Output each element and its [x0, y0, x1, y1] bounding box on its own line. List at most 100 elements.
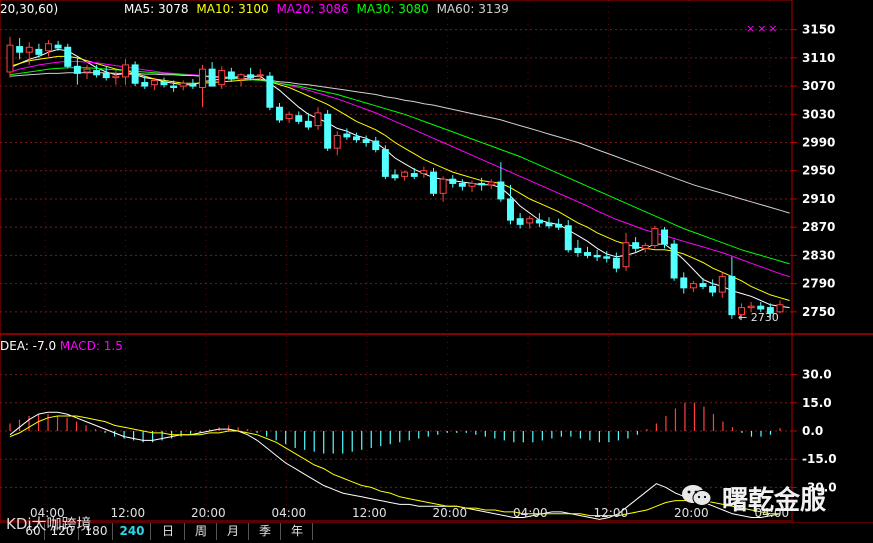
- time-tick-label: 04:00: [513, 506, 548, 520]
- candle-body: [709, 285, 717, 293]
- candle-body: [410, 173, 418, 177]
- candle-body: [54, 44, 62, 49]
- candle-body: [468, 182, 476, 187]
- candle-body: [632, 242, 640, 249]
- candle-body: [622, 242, 630, 268]
- candle-body: [170, 85, 178, 88]
- candle-body: [555, 223, 563, 228]
- macd-header: DEA: -7.0 MACD: 1.5: [0, 339, 123, 353]
- candle-body: [131, 64, 139, 84]
- ma-line-ma30: [9, 67, 790, 265]
- candle-body: [535, 219, 543, 224]
- candle-body: [564, 225, 572, 251]
- candle-body: [276, 106, 283, 121]
- candle-body: [122, 64, 129, 78]
- price-tick-label: 2790: [802, 277, 835, 291]
- macd-tick-label: 30.0: [802, 368, 832, 382]
- ma10-label: MA10: 3100: [196, 2, 269, 16]
- price-tick-label: 3070: [802, 79, 835, 93]
- candle-body: [150, 79, 158, 86]
- candle-body: [64, 46, 72, 67]
- time-tick-label: 12:00: [594, 506, 629, 520]
- candle-body: [430, 171, 437, 194]
- candle-body: [35, 48, 43, 55]
- candle-body: [208, 68, 216, 87]
- candle-body: [333, 134, 341, 149]
- candle-body: [343, 133, 351, 138]
- candle-body: [661, 229, 668, 245]
- candle-body: [757, 305, 765, 310]
- time-tick-label: 20:00: [433, 506, 468, 520]
- price-tick-label: 3110: [802, 51, 835, 65]
- candle-body: [612, 257, 620, 269]
- candle-body: [449, 178, 457, 184]
- macd-label: MACD: 1.5: [59, 339, 123, 353]
- candle-body: [199, 68, 206, 88]
- period-tab-5[interactable]: 日: [152, 523, 185, 540]
- marker-x: ×××: [746, 22, 780, 35]
- candle-body: [189, 84, 197, 87]
- candle-body: [93, 70, 101, 76]
- candle-body: [747, 305, 755, 309]
- ma-params: 20,30,60): [0, 2, 59, 16]
- candle-body: [507, 198, 514, 221]
- candle-body: [458, 182, 466, 187]
- period-tab-4[interactable]: 240: [114, 523, 151, 540]
- period-tab-8[interactable]: 季: [250, 523, 281, 540]
- time-tick-label: 20:00: [191, 506, 226, 520]
- ma60-label: MA60: 3139: [436, 2, 509, 16]
- period-tab-9[interactable]: 年: [282, 523, 313, 540]
- candle-body: [160, 81, 168, 86]
- candle-body: [516, 218, 524, 225]
- candle-body: [381, 149, 389, 177]
- candle-body: [256, 74, 264, 77]
- price-tick-label: 2870: [802, 220, 835, 234]
- candle-body: [266, 75, 274, 108]
- macd-tick-label: 15.0: [802, 396, 832, 410]
- candle-body: [497, 181, 505, 200]
- price-tick-label: 3150: [802, 23, 835, 37]
- candle-body: [179, 82, 187, 87]
- wechat-icon: [680, 482, 714, 508]
- candle-body: [237, 74, 245, 80]
- candle-body: [247, 74, 255, 79]
- candle-body: [641, 245, 649, 249]
- candle-body: [6, 44, 14, 73]
- price-tick-label: 2750: [802, 305, 835, 319]
- candle-body: [218, 70, 226, 86]
- candle-body: [420, 170, 428, 175]
- candle-body: [680, 277, 688, 289]
- candle-body: [689, 283, 697, 289]
- candle-body: [112, 75, 120, 79]
- price-tick-label: 3030: [802, 107, 835, 121]
- candle-body: [141, 82, 149, 87]
- candle-body: [670, 243, 678, 279]
- candle-body: [487, 181, 495, 186]
- candle-body: [526, 218, 534, 224]
- candle-body: [102, 72, 110, 79]
- candle-body: [545, 222, 553, 227]
- candle-body: [16, 46, 24, 53]
- price-tick-label: 2950: [802, 164, 835, 178]
- period-tab-6[interactable]: 周: [186, 523, 217, 540]
- time-tick-label: 04:00: [272, 506, 307, 520]
- candle-body: [25, 46, 33, 53]
- time-tick-label: 12:00: [352, 506, 387, 520]
- period-tab-7[interactable]: 月: [218, 523, 249, 540]
- price-grid: [0, 0, 873, 522]
- candle-body: [401, 171, 409, 177]
- candle-body: [439, 178, 447, 194]
- candle-body: [391, 174, 399, 179]
- candles: [6, 36, 784, 321]
- candle-body: [651, 228, 659, 247]
- candle-body: [574, 247, 582, 254]
- candle-body: [478, 182, 486, 186]
- candle-body: [285, 113, 293, 120]
- watermark-left: KDi大咖跨境: [6, 515, 92, 533]
- axis-ticks: 3150 3110 3070 3030 2990 2950 2910 2870 2830 2790…: [30, 23, 837, 520]
- candle-body: [699, 283, 707, 287]
- candle-body: [227, 71, 235, 80]
- candle-body: [295, 115, 303, 122]
- low-price-label: ← 2730: [738, 311, 779, 324]
- dea-label: DEA: -7.0: [0, 339, 57, 353]
